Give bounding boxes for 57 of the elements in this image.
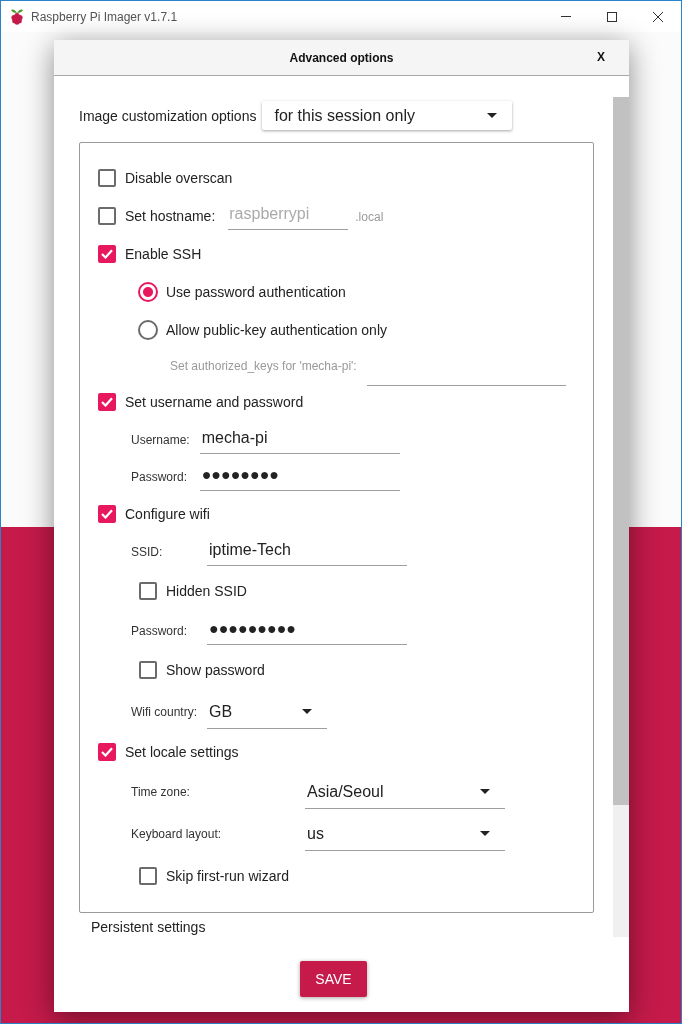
checkbox-label[interactable]: Set locale settings (125, 744, 239, 760)
input-field[interactable]: mecha-pi (199, 425, 400, 454)
caret-icon (487, 113, 498, 118)
scrollbar-track[interactable] (613, 97, 629, 937)
minimize-icon (561, 16, 571, 17)
caret-icon (480, 789, 490, 794)
checkbox-label[interactable]: Disable overscan (125, 170, 233, 186)
checkbox-label[interactable]: Skip first-run wizard (166, 868, 289, 884)
window-title: Raspberry Pi Imager v1.7.1 (31, 9, 178, 24)
domain-suffix: .local (355, 210, 384, 224)
radio-button[interactable] (138, 282, 158, 302)
radio-button[interactable] (138, 320, 158, 340)
field-label: Password: (131, 623, 188, 638)
checkbox[interactable] (98, 169, 116, 187)
checkbox[interactable] (98, 207, 116, 225)
input-field[interactable]: ●●●●●●●● (199, 462, 400, 491)
checkmark-icon (101, 249, 113, 259)
checkbox[interactable] (139, 661, 157, 679)
checkbox[interactable] (98, 245, 116, 263)
field-label: Username: (131, 432, 190, 447)
section-heading: Persistent settings (91, 919, 206, 935)
dialog-title: Advanced options (289, 50, 394, 65)
field-label: Wifi country: (131, 705, 197, 719)
checkbox[interactable] (98, 393, 116, 411)
radio-label[interactable]: Allow public-key authentication only (166, 322, 387, 338)
close-icon (653, 11, 663, 22)
checkmark-icon (101, 509, 113, 519)
radio-label[interactable]: Use password authentication (166, 284, 346, 300)
caret-icon (480, 831, 490, 836)
checkbox-label[interactable]: Set username and password (125, 394, 304, 410)
checkbox-label[interactable]: Enable SSH (125, 246, 202, 262)
maximize-icon (607, 11, 617, 22)
checkbox[interactable] (98, 743, 116, 761)
dropdown[interactable]: for this session only (262, 101, 513, 130)
scrollbar-thumb[interactable] (613, 97, 629, 805)
field-label: Password: (131, 469, 188, 484)
caret-icon (302, 709, 312, 714)
checkbox-label[interactable]: Configure wifi (125, 506, 210, 522)
field-label: SSID: (131, 544, 163, 559)
checkbox[interactable] (139, 582, 157, 600)
input-field[interactable]: raspberrypi (228, 202, 349, 230)
raspberry-icon (10, 8, 24, 25)
checkbox[interactable] (139, 867, 157, 885)
checkmark-icon (101, 397, 113, 407)
checkbox[interactable] (98, 505, 116, 523)
field-label: Set authorized_keys for 'mecha-pi': (170, 359, 357, 373)
input-field[interactable]: iptime-Tech (207, 537, 407, 566)
field-label: Keyboard layout: (131, 827, 222, 841)
input-field[interactable]: ●●●●●●●●● (207, 616, 407, 645)
field-label: Image customization options (79, 107, 257, 124)
field-label: Time zone: (131, 785, 190, 799)
checkbox-label[interactable]: Hidden SSID (166, 583, 247, 599)
save-button[interactable]: SAVE (300, 961, 367, 997)
close-button[interactable]: X (595, 49, 607, 65)
checkbox-label[interactable]: Show password (166, 662, 265, 678)
checkmark-icon (101, 747, 113, 757)
checkbox-label[interactable]: Set hostname: (125, 208, 216, 224)
